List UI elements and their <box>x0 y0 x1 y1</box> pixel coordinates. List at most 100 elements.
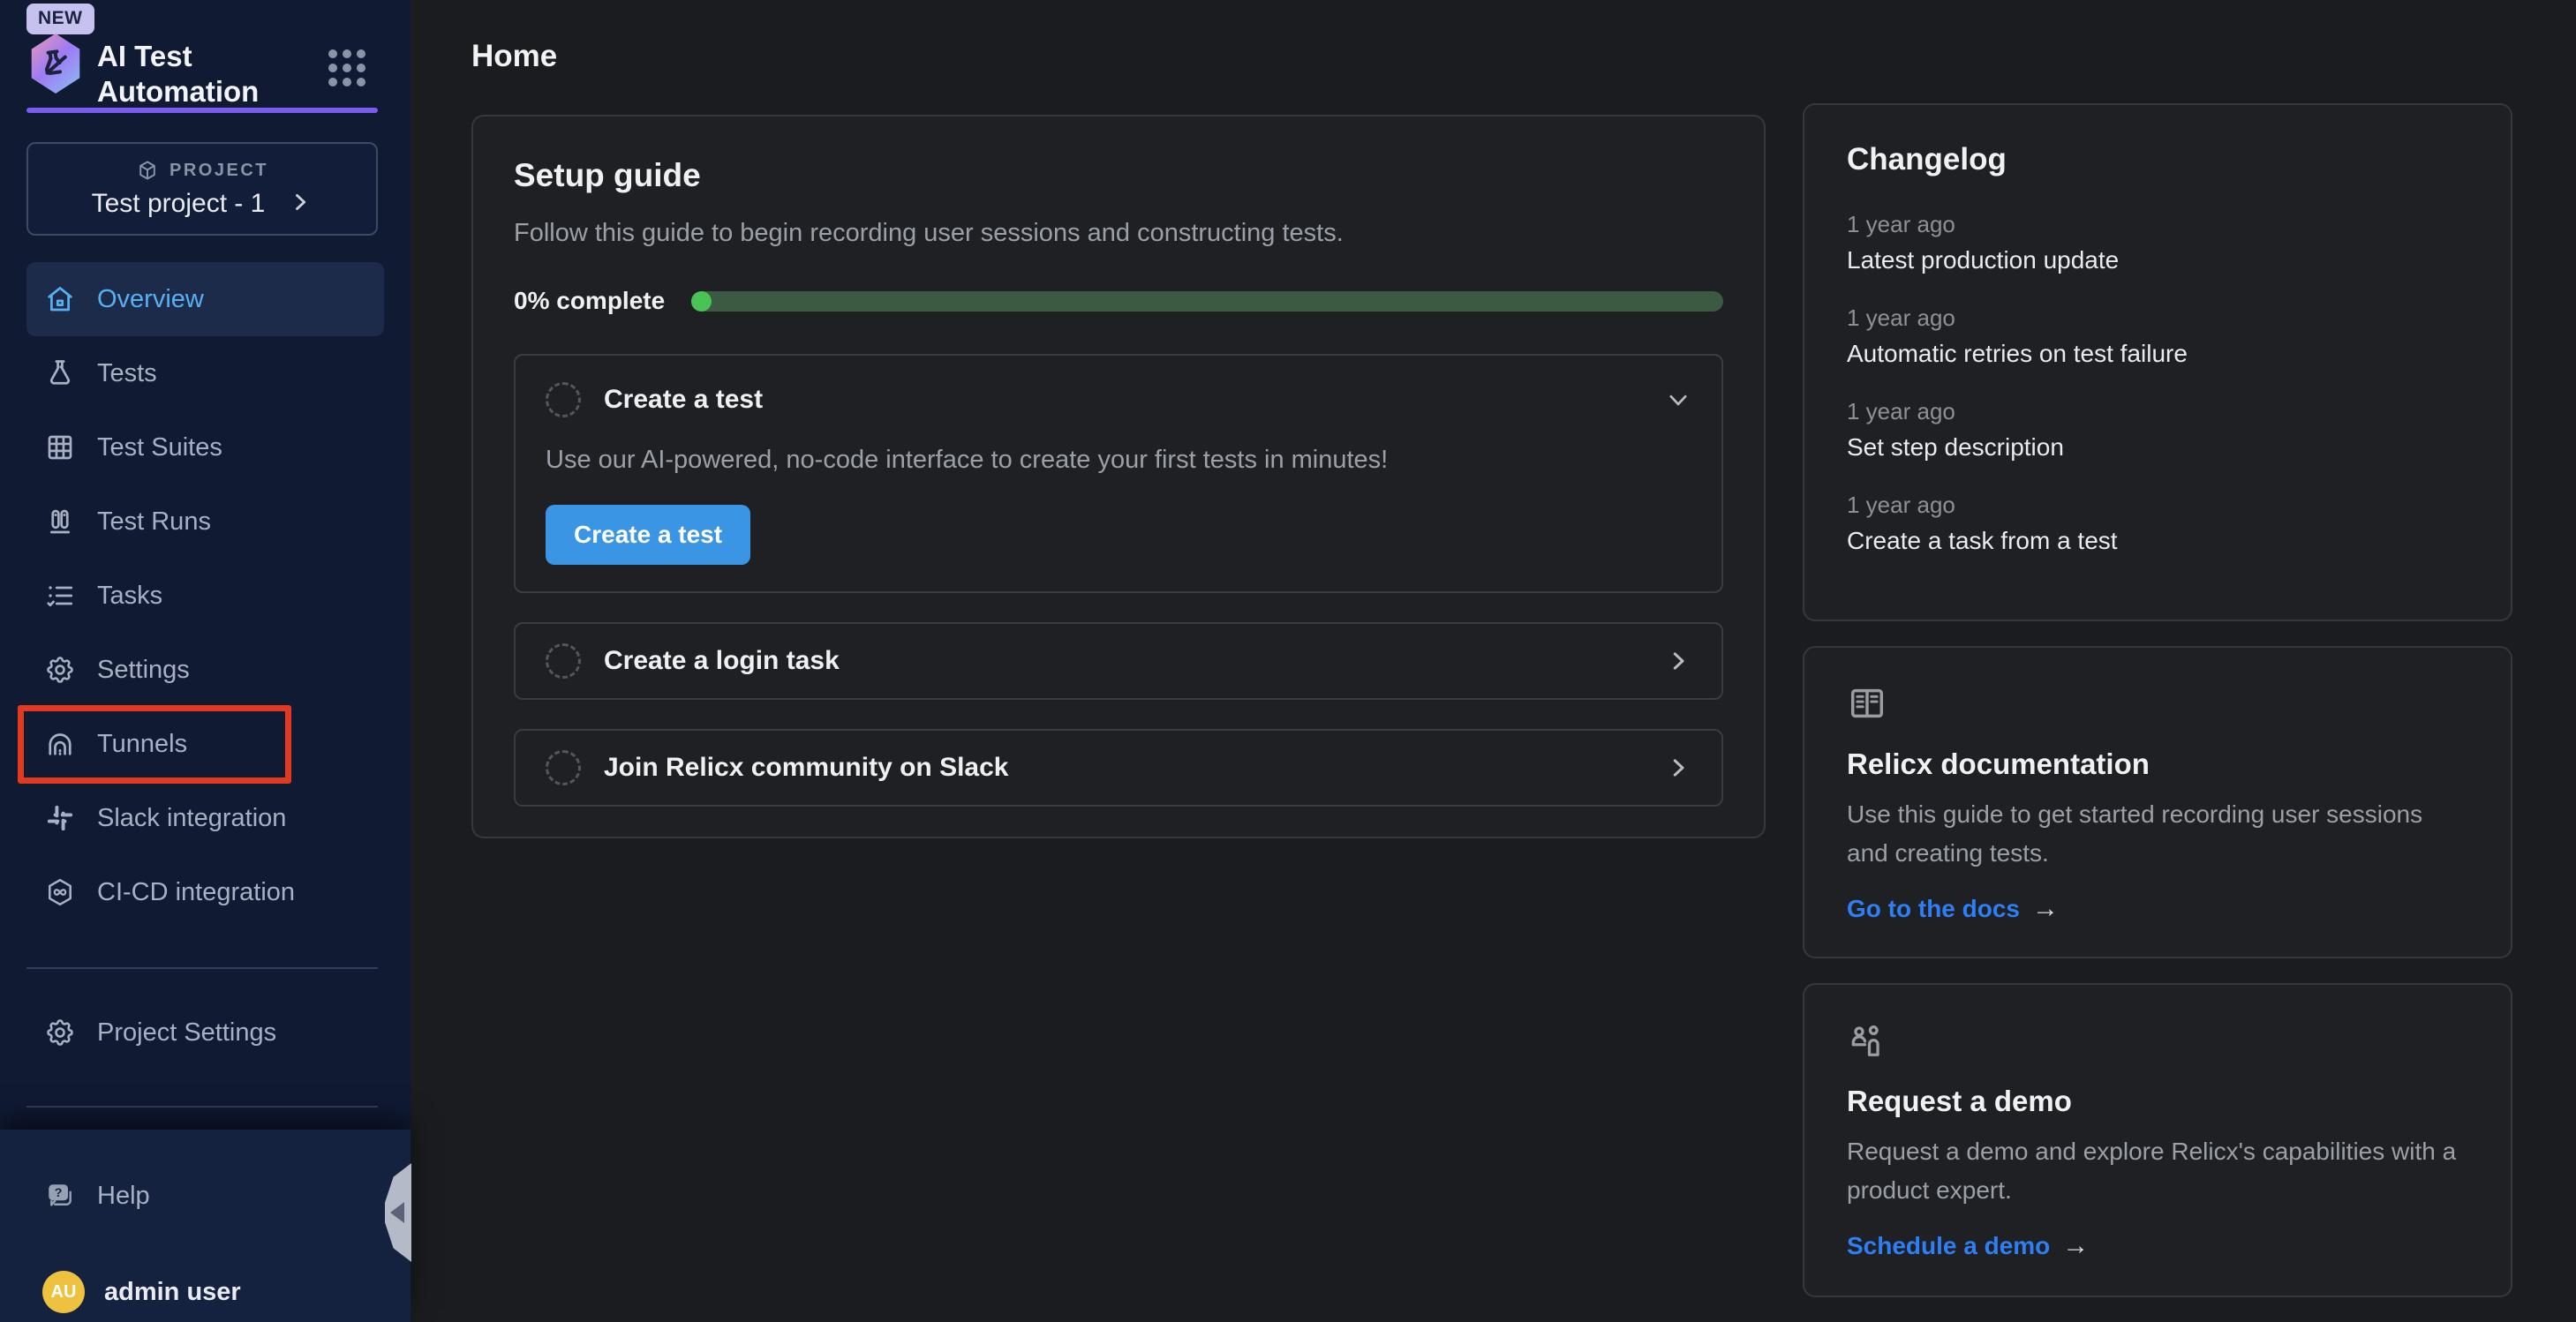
changelog-time: 1 year ago <box>1847 304 2468 332</box>
user-name: admin user <box>104 1278 241 1307</box>
sidebar-item-help[interactable]: Help <box>26 1159 384 1233</box>
sidebar-item-tunnels[interactable]: Tunnels <box>26 707 384 781</box>
sidebar-item-cicd-integration[interactable]: CI-CD integration <box>26 855 384 929</box>
project-label: PROJECT <box>169 161 268 181</box>
link-label: Schedule a demo <box>1847 1232 2050 1260</box>
sidebar-item-label: Test Suites <box>97 433 222 462</box>
step-incomplete-icon <box>546 382 581 417</box>
project-selector[interactable]: PROJECT Test project - 1 <box>26 142 378 236</box>
sidebar: NEW AI Test Automation PROJECT Test proj… <box>0 0 411 1322</box>
home-icon <box>44 283 76 315</box>
flask-icon <box>44 357 76 389</box>
sidebar-item-overview[interactable]: Overview <box>26 262 384 336</box>
step-create-a-test: Create a test Use our AI-powered, no-cod… <box>514 354 1723 593</box>
step-header[interactable]: Create a test <box>546 382 1691 417</box>
changelog-entry: 1 year ago Latest production update <box>1847 211 2468 274</box>
demo-body: Request a demo and explore Relicx's capa… <box>1847 1132 2468 1210</box>
project-name: Test project - 1 <box>92 189 266 219</box>
sidebar-item-label: Project Settings <box>97 1018 276 1048</box>
request-demo-card: Request a demo Request a demo and explor… <box>1803 983 2512 1297</box>
user-menu[interactable]: AU admin user <box>42 1271 241 1313</box>
sidebar-item-label: Help <box>97 1182 150 1211</box>
step-incomplete-icon <box>546 643 581 679</box>
new-badge: NEW <box>26 4 94 34</box>
sidebar-item-settings[interactable]: Settings <box>26 633 384 707</box>
people-icon <box>1847 1020 2468 1065</box>
documentation-card: Relicx documentation Use this guide to g… <box>1803 646 2512 958</box>
step-join-relicx-community[interactable]: Join Relicx community on Slack <box>514 729 1723 807</box>
chevron-right-icon <box>1665 755 1691 781</box>
setup-steps: Create a test Use our AI-powered, no-cod… <box>514 354 1723 807</box>
grid-icon <box>44 432 76 463</box>
help-chat-icon <box>44 1180 76 1212</box>
step-description: Use our AI-powered, no-code interface to… <box>546 446 1691 475</box>
go-to-docs-link[interactable]: Go to the docs → <box>1847 894 2468 924</box>
project-cube-icon <box>136 159 159 182</box>
setup-guide-card: Setup guide Follow this guide to begin r… <box>471 115 1766 838</box>
tunnel-icon <box>44 728 76 760</box>
step-incomplete-icon <box>546 750 581 785</box>
avatar: AU <box>42 1271 85 1313</box>
apps-grid-icon[interactable] <box>328 49 367 88</box>
arrow-right-icon: → <box>2062 1231 2089 1261</box>
changelog-entry-title: Create a task from a test <box>1847 527 2468 555</box>
sidebar-item-slack-integration[interactable]: Slack integration <box>26 781 384 855</box>
changelog-entry-title: Set step description <box>1847 433 2468 462</box>
demo-title: Request a demo <box>1847 1085 2468 1118</box>
step-create-a-login-task[interactable]: Create a login task <box>514 622 1723 700</box>
sidebar-nav: Overview Tests Test Suites Test Runs Tas… <box>0 262 411 929</box>
sidebar-item-test-suites[interactable]: Test Suites <box>26 410 384 484</box>
app-window: NEW AI Test Automation PROJECT Test proj… <box>0 0 2576 1322</box>
arrow-right-icon: → <box>2032 894 2059 924</box>
brand-accent-divider <box>26 108 378 113</box>
link-label: Go to the docs <box>1847 895 2020 923</box>
right-column: Changelog 1 year ago Latest production u… <box>1803 103 2512 1297</box>
book-icon <box>1847 683 2468 728</box>
setup-progress: 0% complete <box>514 287 1723 315</box>
changelog-card: Changelog 1 year ago Latest production u… <box>1803 103 2512 621</box>
step-title: Join Relicx community on Slack <box>604 753 1642 783</box>
sidebar-item-label: Slack integration <box>97 804 286 833</box>
documentation-body: Use this guide to get started recording … <box>1847 795 2468 873</box>
page-title: Home <box>471 39 2512 74</box>
sidebar-item-label: Overview <box>97 285 204 314</box>
changelog-entry-title: Latest production update <box>1847 246 2468 274</box>
main-content: Home Setup guide Follow this guide to be… <box>411 0 2576 1322</box>
changelog-entry-title: Automatic retries on test failure <box>1847 340 2468 368</box>
sidebar-item-tasks[interactable]: Tasks <box>26 559 384 633</box>
create-a-test-button[interactable]: Create a test <box>546 505 750 565</box>
cicd-icon <box>44 876 76 908</box>
test-runs-icon <box>44 506 76 537</box>
gear-icon <box>44 654 76 686</box>
chevron-right-icon <box>1665 648 1691 674</box>
documentation-title: Relicx documentation <box>1847 747 2468 781</box>
progress-indicator <box>691 291 712 312</box>
chevron-right-icon <box>288 190 313 219</box>
step-title: Create a test <box>604 385 1642 415</box>
help-section: Help <box>0 1159 411 1233</box>
sidebar-item-project-settings[interactable]: Project Settings <box>26 995 384 1070</box>
sidebar-item-tests[interactable]: Tests <box>26 336 384 410</box>
sidebar-item-label: CI-CD integration <box>97 878 295 907</box>
gear-icon <box>44 1017 76 1048</box>
sidebar-divider <box>26 1106 378 1108</box>
sidebar-divider <box>26 967 378 969</box>
changelog-time: 1 year ago <box>1847 398 2468 425</box>
slack-icon <box>44 802 76 834</box>
changelog-entry: 1 year ago Automatic retries on test fai… <box>1847 304 2468 368</box>
sidebar-bottom-nav: Project Settings <box>0 995 411 1070</box>
changelog-time: 1 year ago <box>1847 211 2468 238</box>
sidebar-item-test-runs[interactable]: Test Runs <box>26 484 384 559</box>
chevron-down-icon[interactable] <box>1665 387 1691 413</box>
progress-bar <box>691 291 1723 312</box>
tasks-icon <box>44 580 76 612</box>
progress-label: 0% complete <box>514 287 665 315</box>
sidebar-item-label: Tunnels <box>97 730 187 759</box>
setup-guide-title: Setup guide <box>514 157 1723 194</box>
sidebar-item-label: Tests <box>97 359 157 388</box>
sidebar-item-label: Test Runs <box>97 507 211 537</box>
changelog-entry: 1 year ago Set step description <box>1847 398 2468 462</box>
schedule-demo-link[interactable]: Schedule a demo → <box>1847 1231 2468 1261</box>
step-title: Create a login task <box>604 646 1642 676</box>
changelog-entry: 1 year ago Create a task from a test <box>1847 492 2468 555</box>
